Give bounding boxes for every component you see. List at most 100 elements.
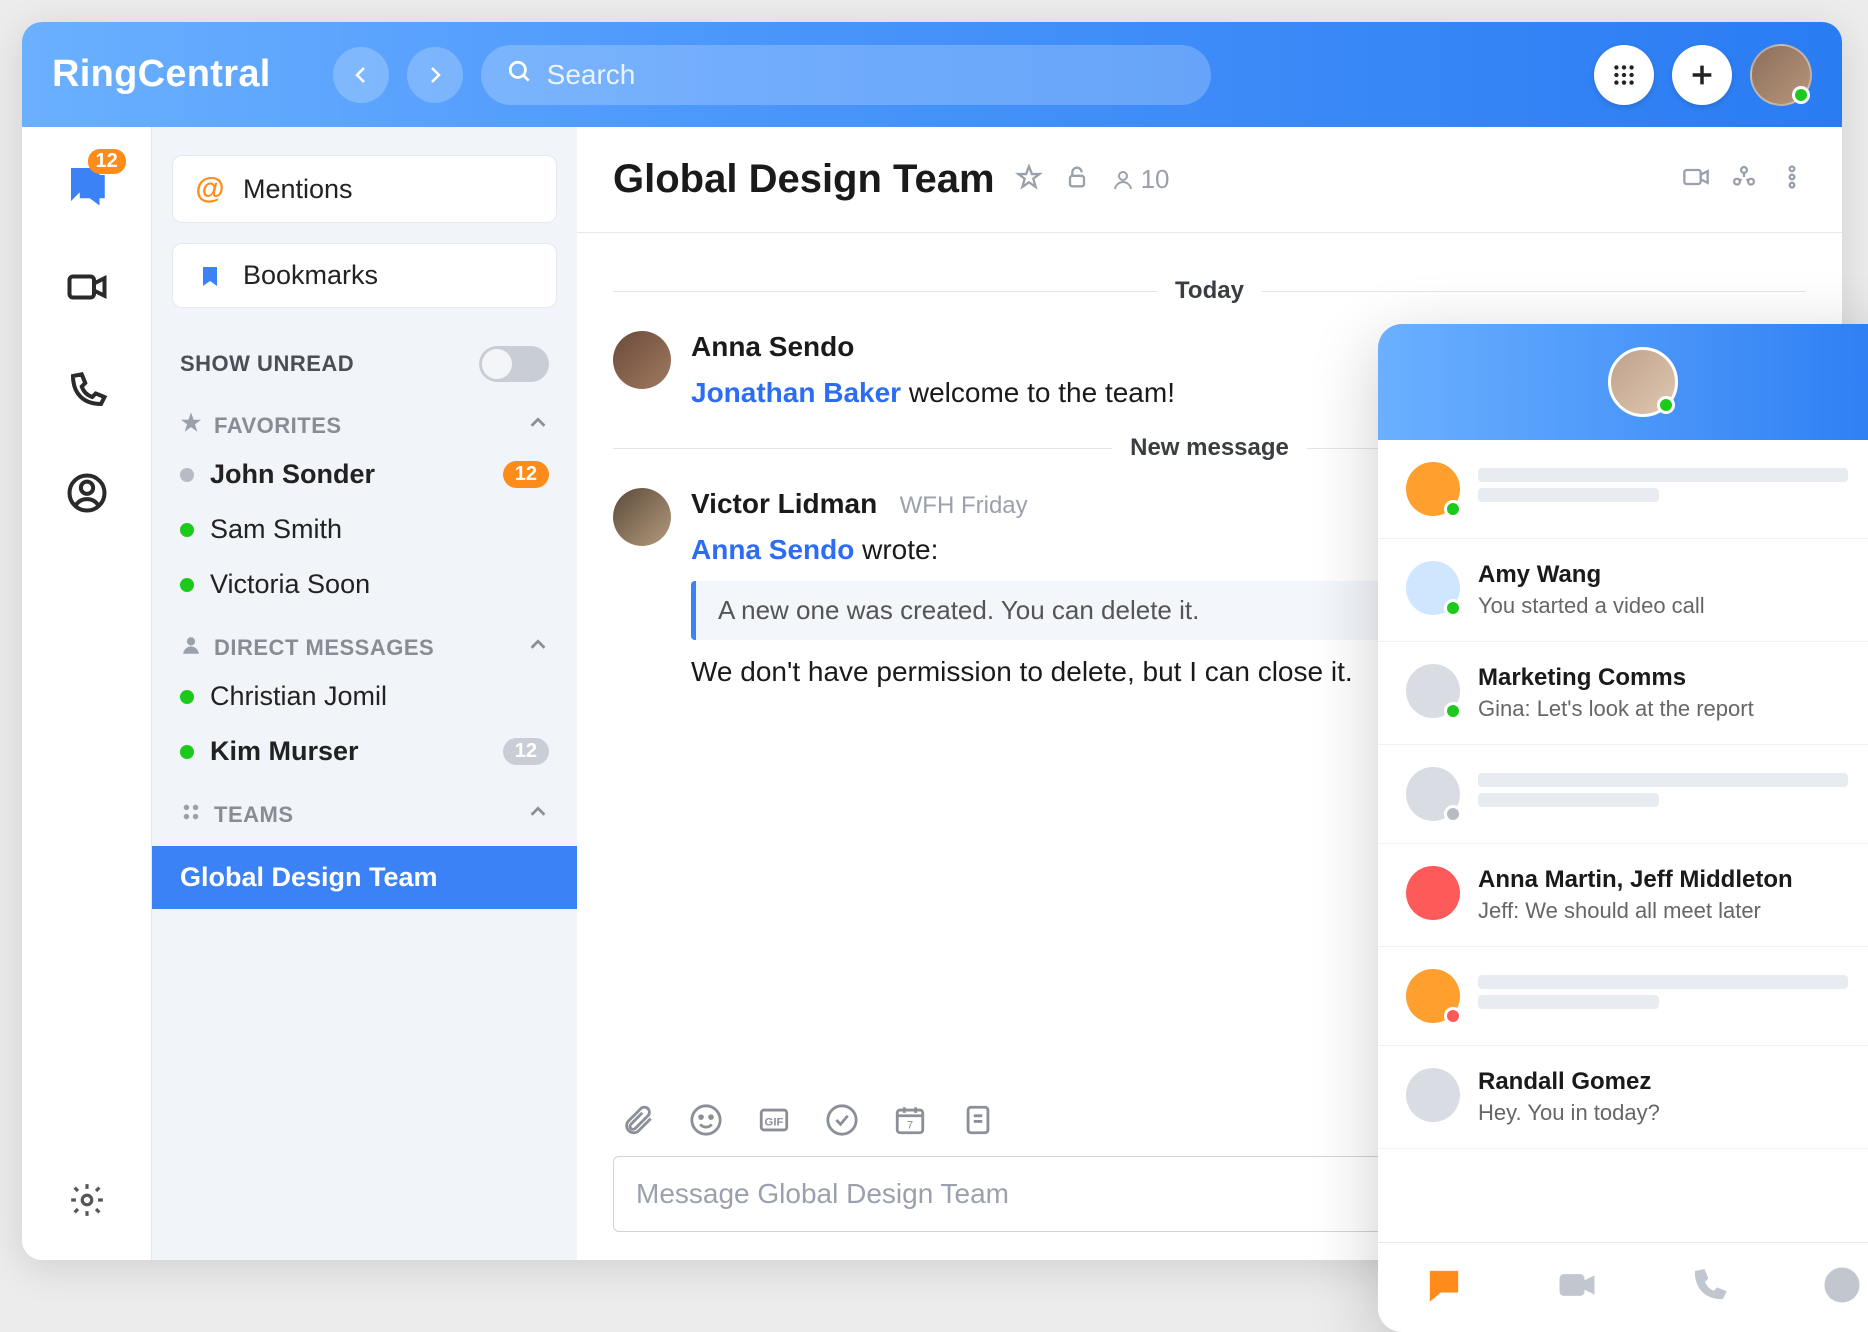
avatar [1406, 767, 1460, 821]
lock-icon [1063, 163, 1091, 196]
mobile-conversation-row[interactable]: Amy Wang You started a video call [1378, 539, 1868, 642]
teams-header[interactable]: TEAMS [152, 779, 577, 836]
dialpad-button[interactable] [1594, 45, 1654, 105]
mobile-conversation-row[interactable]: Anna Martin, Jeff Middleton Jeff: We shou… [1378, 844, 1868, 947]
task-icon[interactable] [825, 1103, 859, 1142]
presence-dot [180, 578, 194, 592]
presence-dot [180, 523, 194, 537]
message-sender[interactable]: Victor Lidman [691, 488, 877, 520]
search-input[interactable] [547, 59, 1185, 91]
unread-badge: 12 [503, 461, 549, 488]
item-name: Kim Murser [210, 736, 359, 767]
start-video-button[interactable] [1682, 163, 1710, 196]
attach-icon[interactable] [621, 1103, 655, 1142]
rail-video[interactable] [66, 266, 108, 313]
message-meta: WFH Friday [900, 492, 1028, 519]
presence-dot [180, 690, 194, 704]
bookmarks-label: Bookmarks [243, 260, 378, 291]
svg-text:7: 7 [907, 1120, 913, 1132]
mention-link[interactable]: Anna Sendo [691, 534, 854, 565]
star-icon [180, 412, 202, 439]
favorite-item[interactable]: John Sonder 12 [152, 447, 577, 502]
show-unread-toggle[interactable] [479, 346, 549, 382]
new-message-divider: New message [1130, 434, 1289, 462]
today-divider: Today [1175, 277, 1244, 305]
nav-forward-button[interactable] [407, 47, 463, 103]
search-icon [507, 59, 533, 90]
mobile-row-name: Marketing Comms [1478, 664, 1868, 692]
search-field[interactable] [481, 45, 1211, 105]
mobile-nav-phone[interactable] [1689, 1265, 1729, 1310]
rail-phone[interactable] [66, 369, 108, 416]
item-name: Sam Smith [210, 514, 342, 545]
avatar [1406, 1068, 1460, 1122]
team-item[interactable]: Global Design Team [152, 846, 577, 909]
mobile-conversation-row[interactable]: Marketing Comms Gina: Let's look at the r… [1378, 642, 1868, 745]
rail-contacts[interactable] [66, 472, 108, 519]
bookmarks-card[interactable]: Bookmarks [172, 243, 557, 308]
members-icon[interactable] [1730, 163, 1758, 196]
mobile-row-sub: You started a video call [1478, 593, 1868, 619]
mobile-row-sub: Hey. You in today? [1478, 1100, 1868, 1126]
gif-icon[interactable]: GIF [757, 1103, 791, 1142]
user-avatar[interactable] [1750, 44, 1812, 106]
chat-title: Global Design Team [613, 157, 995, 202]
note-icon[interactable] [961, 1103, 995, 1142]
favorite-item[interactable]: Victoria Soon [152, 557, 577, 612]
mobile-conversation-row[interactable]: Randall Gomez Hey. You in today? [1378, 1046, 1868, 1149]
svg-text:GIF: GIF [765, 1117, 784, 1129]
emoji-icon[interactable] [689, 1103, 723, 1142]
mobile-preview-panel: Amy Wang You started a video call Marketin… [1378, 324, 1868, 1332]
brand-logo: RingCentral [52, 53, 271, 96]
mobile-conversation-row[interactable] [1378, 947, 1868, 1046]
person-icon [180, 634, 202, 661]
teams-icon [180, 801, 202, 828]
nav-back-button[interactable] [333, 47, 389, 103]
favorite-item[interactable]: Sam Smith [152, 502, 577, 557]
calendar-icon[interactable]: 7 [893, 1103, 927, 1142]
mobile-nav-chat[interactable] [1424, 1265, 1464, 1310]
show-unread-label: SHOW UNREAD [180, 351, 354, 377]
mobile-avatar[interactable] [1608, 347, 1678, 417]
mentions-label: Mentions [243, 174, 353, 205]
more-menu-button[interactable] [1778, 163, 1806, 196]
message-sender[interactable]: Anna Sendo [691, 331, 854, 363]
avatar [1406, 866, 1460, 920]
item-name: John Sonder [210, 459, 375, 490]
new-action-button[interactable] [1672, 45, 1732, 105]
avatar [1406, 462, 1460, 516]
avatar [1406, 561, 1460, 615]
mobile-row-sub: Jeff: We should all meet later [1478, 898, 1868, 924]
mentions-card[interactable]: @ Mentions [172, 155, 557, 223]
presence-indicator [1657, 396, 1675, 414]
mobile-conversation-row[interactable] [1378, 745, 1868, 844]
dm-header[interactable]: DIRECT MESSAGES [152, 612, 577, 669]
rail-settings[interactable] [68, 1181, 106, 1224]
avatar [1406, 664, 1460, 718]
mobile-nav-video[interactable] [1557, 1265, 1597, 1310]
mobile-row-name: Randall Gomez [1478, 1068, 1868, 1096]
member-count[interactable]: 10 [1111, 164, 1170, 195]
mobile-row-sub: Gina: Let's look at the report [1478, 696, 1868, 722]
avatar [1406, 969, 1460, 1023]
presence-dot [180, 468, 194, 482]
chevron-up-icon [527, 634, 549, 661]
dm-item[interactable]: Kim Murser12 [152, 724, 577, 779]
mention-link[interactable]: Jonathan Baker [691, 377, 901, 408]
item-name: Global Design Team [180, 862, 438, 893]
avatar[interactable] [613, 331, 671, 389]
mobile-nav-contacts[interactable] [1822, 1265, 1862, 1310]
rail-chat[interactable]: 12 [66, 163, 108, 210]
favorite-star-button[interactable] [1015, 163, 1043, 196]
at-icon: @ [195, 172, 225, 206]
favorites-header[interactable]: FAVORITES [152, 390, 577, 447]
chevron-up-icon [527, 412, 549, 439]
mobile-row-name: Amy Wang [1478, 561, 1868, 589]
avatar[interactable] [613, 488, 671, 546]
presence-dot [180, 745, 194, 759]
mobile-conversation-row[interactable] [1378, 440, 1868, 539]
chevron-up-icon [527, 801, 549, 828]
mobile-row-name: Anna Martin, Jeff Middleton [1478, 866, 1868, 894]
rail-chat-badge: 12 [88, 149, 126, 174]
dm-item[interactable]: Christian Jomil [152, 669, 577, 724]
